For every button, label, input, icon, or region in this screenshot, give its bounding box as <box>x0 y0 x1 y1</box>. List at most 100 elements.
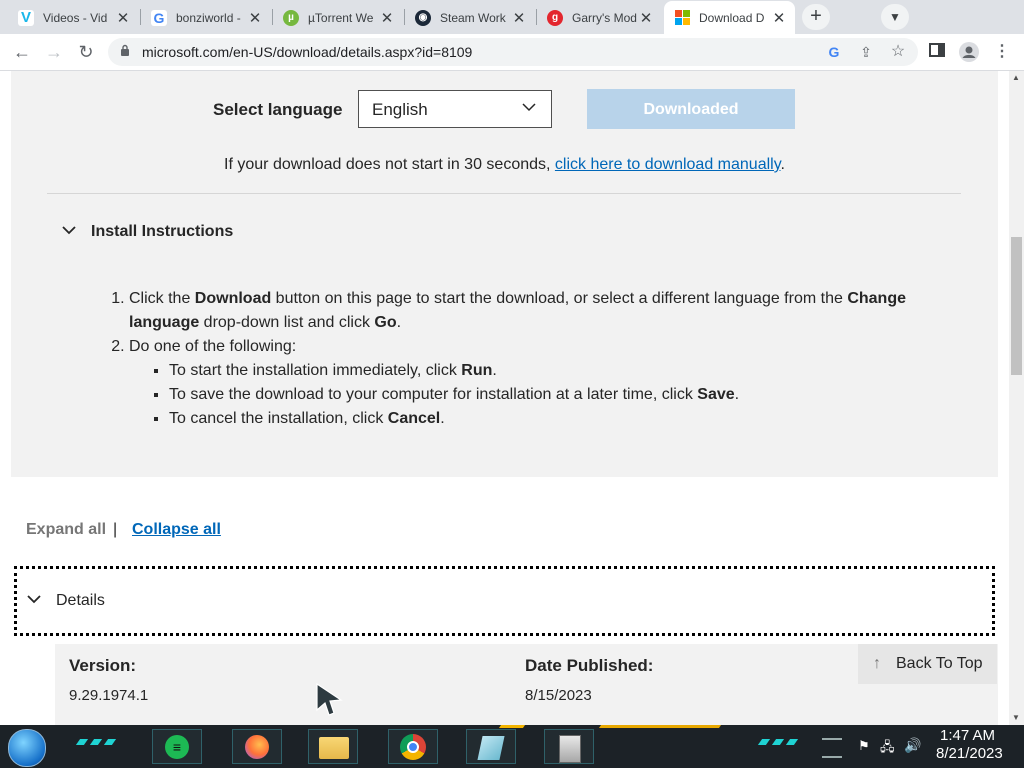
manual-download-text: If your download does not start in 30 se… <box>0 156 1009 174</box>
taskbar-accent <box>598 725 722 728</box>
back-to-top-button[interactable]: ↑ Back To Top <box>858 644 997 684</box>
sub-list: To start the installation immediately, c… <box>129 359 932 431</box>
side-panel-icon[interactable] <box>927 42 947 62</box>
instructions-list: Click the Download button on this page t… <box>92 287 932 431</box>
back-button[interactable]: ← <box>10 41 34 63</box>
manual-download-prefix: If your download does not start in 30 se… <box>224 156 555 173</box>
divider <box>47 193 961 194</box>
kebab-menu-icon[interactable]: ⋮ <box>992 42 1012 62</box>
reload-button[interactable]: ↻ <box>74 41 98 63</box>
close-icon[interactable]: ✕ <box>511 9 527 27</box>
install-instructions-body: Click the Download button on this page t… <box>92 287 932 431</box>
close-icon[interactable]: ✕ <box>638 9 654 27</box>
cursor-icon <box>316 682 343 716</box>
lock-icon[interactable] <box>120 44 130 56</box>
spotify-icon: ≡ <box>165 735 189 759</box>
close-icon[interactable]: ✕ <box>115 9 131 27</box>
tab-title: Steam Work <box>440 10 506 25</box>
chrome-icon <box>400 734 426 760</box>
taskbar-app-spotify[interactable]: ≡ <box>152 729 202 764</box>
network-icon[interactable]: 🖧 <box>880 738 895 760</box>
action-center-flag-icon[interactable]: ⚑ <box>858 738 870 754</box>
garrysmod-icon: g <box>547 9 563 26</box>
taskbar-app-installer[interactable] <box>544 729 594 764</box>
chevron-down-icon: ▼ <box>889 10 901 24</box>
link-separator: | <box>113 521 118 538</box>
tab-search-button[interactable]: ▼ <box>881 4 909 30</box>
chevron-down-icon <box>27 591 41 607</box>
scrollbar-thumb[interactable] <box>1011 237 1022 375</box>
bookmark-star-icon[interactable]: ☆ <box>888 42 908 62</box>
taskbar-app-chrome[interactable] <box>388 729 438 764</box>
tab-title: bonziworld - <box>176 10 241 25</box>
start-button[interactable] <box>8 729 46 767</box>
version-label: Version: <box>69 656 137 675</box>
volume-icon[interactable]: 🔊 <box>904 737 921 754</box>
download-button[interactable]: Downloaded <box>587 89 795 129</box>
list-item: To start the installation immediately, c… <box>169 359 932 383</box>
tab-bonziworld[interactable]: G bonziworld - ✕ <box>141 1 271 34</box>
page-content: Select language English Downloaded If yo… <box>0 71 1009 725</box>
scroll-down-icon[interactable]: ▼ <box>1012 713 1020 722</box>
expand-all-link[interactable]: Expand all <box>26 521 106 539</box>
tab-download[interactable]: Download D ✕ <box>664 1 795 34</box>
installer-icon <box>559 735 581 763</box>
manual-download-suffix: . <box>780 156 785 173</box>
reload-icon: ↻ <box>78 42 94 62</box>
chevron-down-icon <box>522 99 536 115</box>
taskbar-app-explorer[interactable] <box>308 729 358 764</box>
list-item: To cancel the installation, click Cancel… <box>169 407 932 431</box>
tab-title: µTorrent We <box>308 10 374 25</box>
tab-videos[interactable]: V Videos - Vid ✕ <box>8 1 139 34</box>
list-item: To save the download to your computer fo… <box>169 383 932 407</box>
download-manually-link[interactable]: click here to download manually <box>555 156 781 173</box>
details-title[interactable]: Details <box>56 592 105 610</box>
arrow-up-icon: ↑ <box>873 655 881 672</box>
collapse-all-link[interactable]: Collapse all <box>132 521 221 539</box>
chevron-down-icon[interactable] <box>62 222 76 238</box>
tab-title: Download D <box>699 10 765 25</box>
microsoft-icon <box>674 9 690 26</box>
scroll-up-icon[interactable]: ▲ <box>1012 73 1020 82</box>
install-instructions-toggle[interactable]: Install Instructions <box>91 223 233 241</box>
file-explorer-icon <box>319 737 349 759</box>
clock-date[interactable]: 8/21/2023 <box>936 745 1003 762</box>
page-scrollbar[interactable] <box>1009 71 1024 725</box>
google-translate-icon[interactable]: G <box>824 42 844 62</box>
clock-time[interactable]: 1:47 AM <box>940 727 995 744</box>
language-select-value[interactable]: English <box>372 100 428 120</box>
close-icon[interactable]: ✕ <box>247 9 263 27</box>
utorrent-icon: µ <box>283 9 299 26</box>
taskbar-app-notes[interactable] <box>466 729 516 764</box>
forward-button[interactable]: → <box>42 41 66 63</box>
vimeo-icon: V <box>18 9 34 26</box>
date-published-value: 8/15/2023 <box>525 687 592 704</box>
version-value: 9.29.1974.1 <box>69 687 149 704</box>
tab-title: Videos - Vid <box>43 10 108 25</box>
profile-avatar-icon[interactable] <box>959 42 979 62</box>
url-text[interactable]: microsoft.com/en-US/download/details.asp… <box>142 44 472 60</box>
taskbar-accent <box>498 725 526 728</box>
steam-icon: ◉ <box>415 9 431 26</box>
arrow-right-icon: → <box>45 42 63 62</box>
select-language-label: Select language <box>213 100 343 119</box>
new-tab-button[interactable]: + <box>802 4 830 30</box>
share-icon[interactable]: ⇪ <box>856 42 876 62</box>
firefox-icon <box>245 735 269 759</box>
details-toggle[interactable] <box>14 566 995 636</box>
tab-title: Garry's Mod <box>572 10 637 25</box>
taskbar-app-firefox[interactable] <box>232 729 282 764</box>
list-item: Click the Download button on this page t… <box>129 287 932 335</box>
tab-utorrent[interactable]: µ µTorrent We ✕ <box>273 1 403 34</box>
arrow-left-icon: ← <box>13 42 31 62</box>
notes-icon <box>477 736 505 760</box>
show-hidden-icons-icon[interactable] <box>822 738 842 758</box>
google-icon: G <box>151 9 167 26</box>
tab-steam[interactable]: ◉ Steam Work ✕ <box>405 1 535 34</box>
tab-garrysmod[interactable]: g Garry's Mod ✕ <box>537 1 662 34</box>
close-icon[interactable]: ✕ <box>771 9 787 27</box>
list-item: Do one of the following: To start the in… <box>129 335 932 431</box>
date-published-label: Date Published: <box>525 656 654 675</box>
close-icon[interactable]: ✕ <box>379 9 395 27</box>
back-to-top-label: Back To Top <box>896 655 983 672</box>
